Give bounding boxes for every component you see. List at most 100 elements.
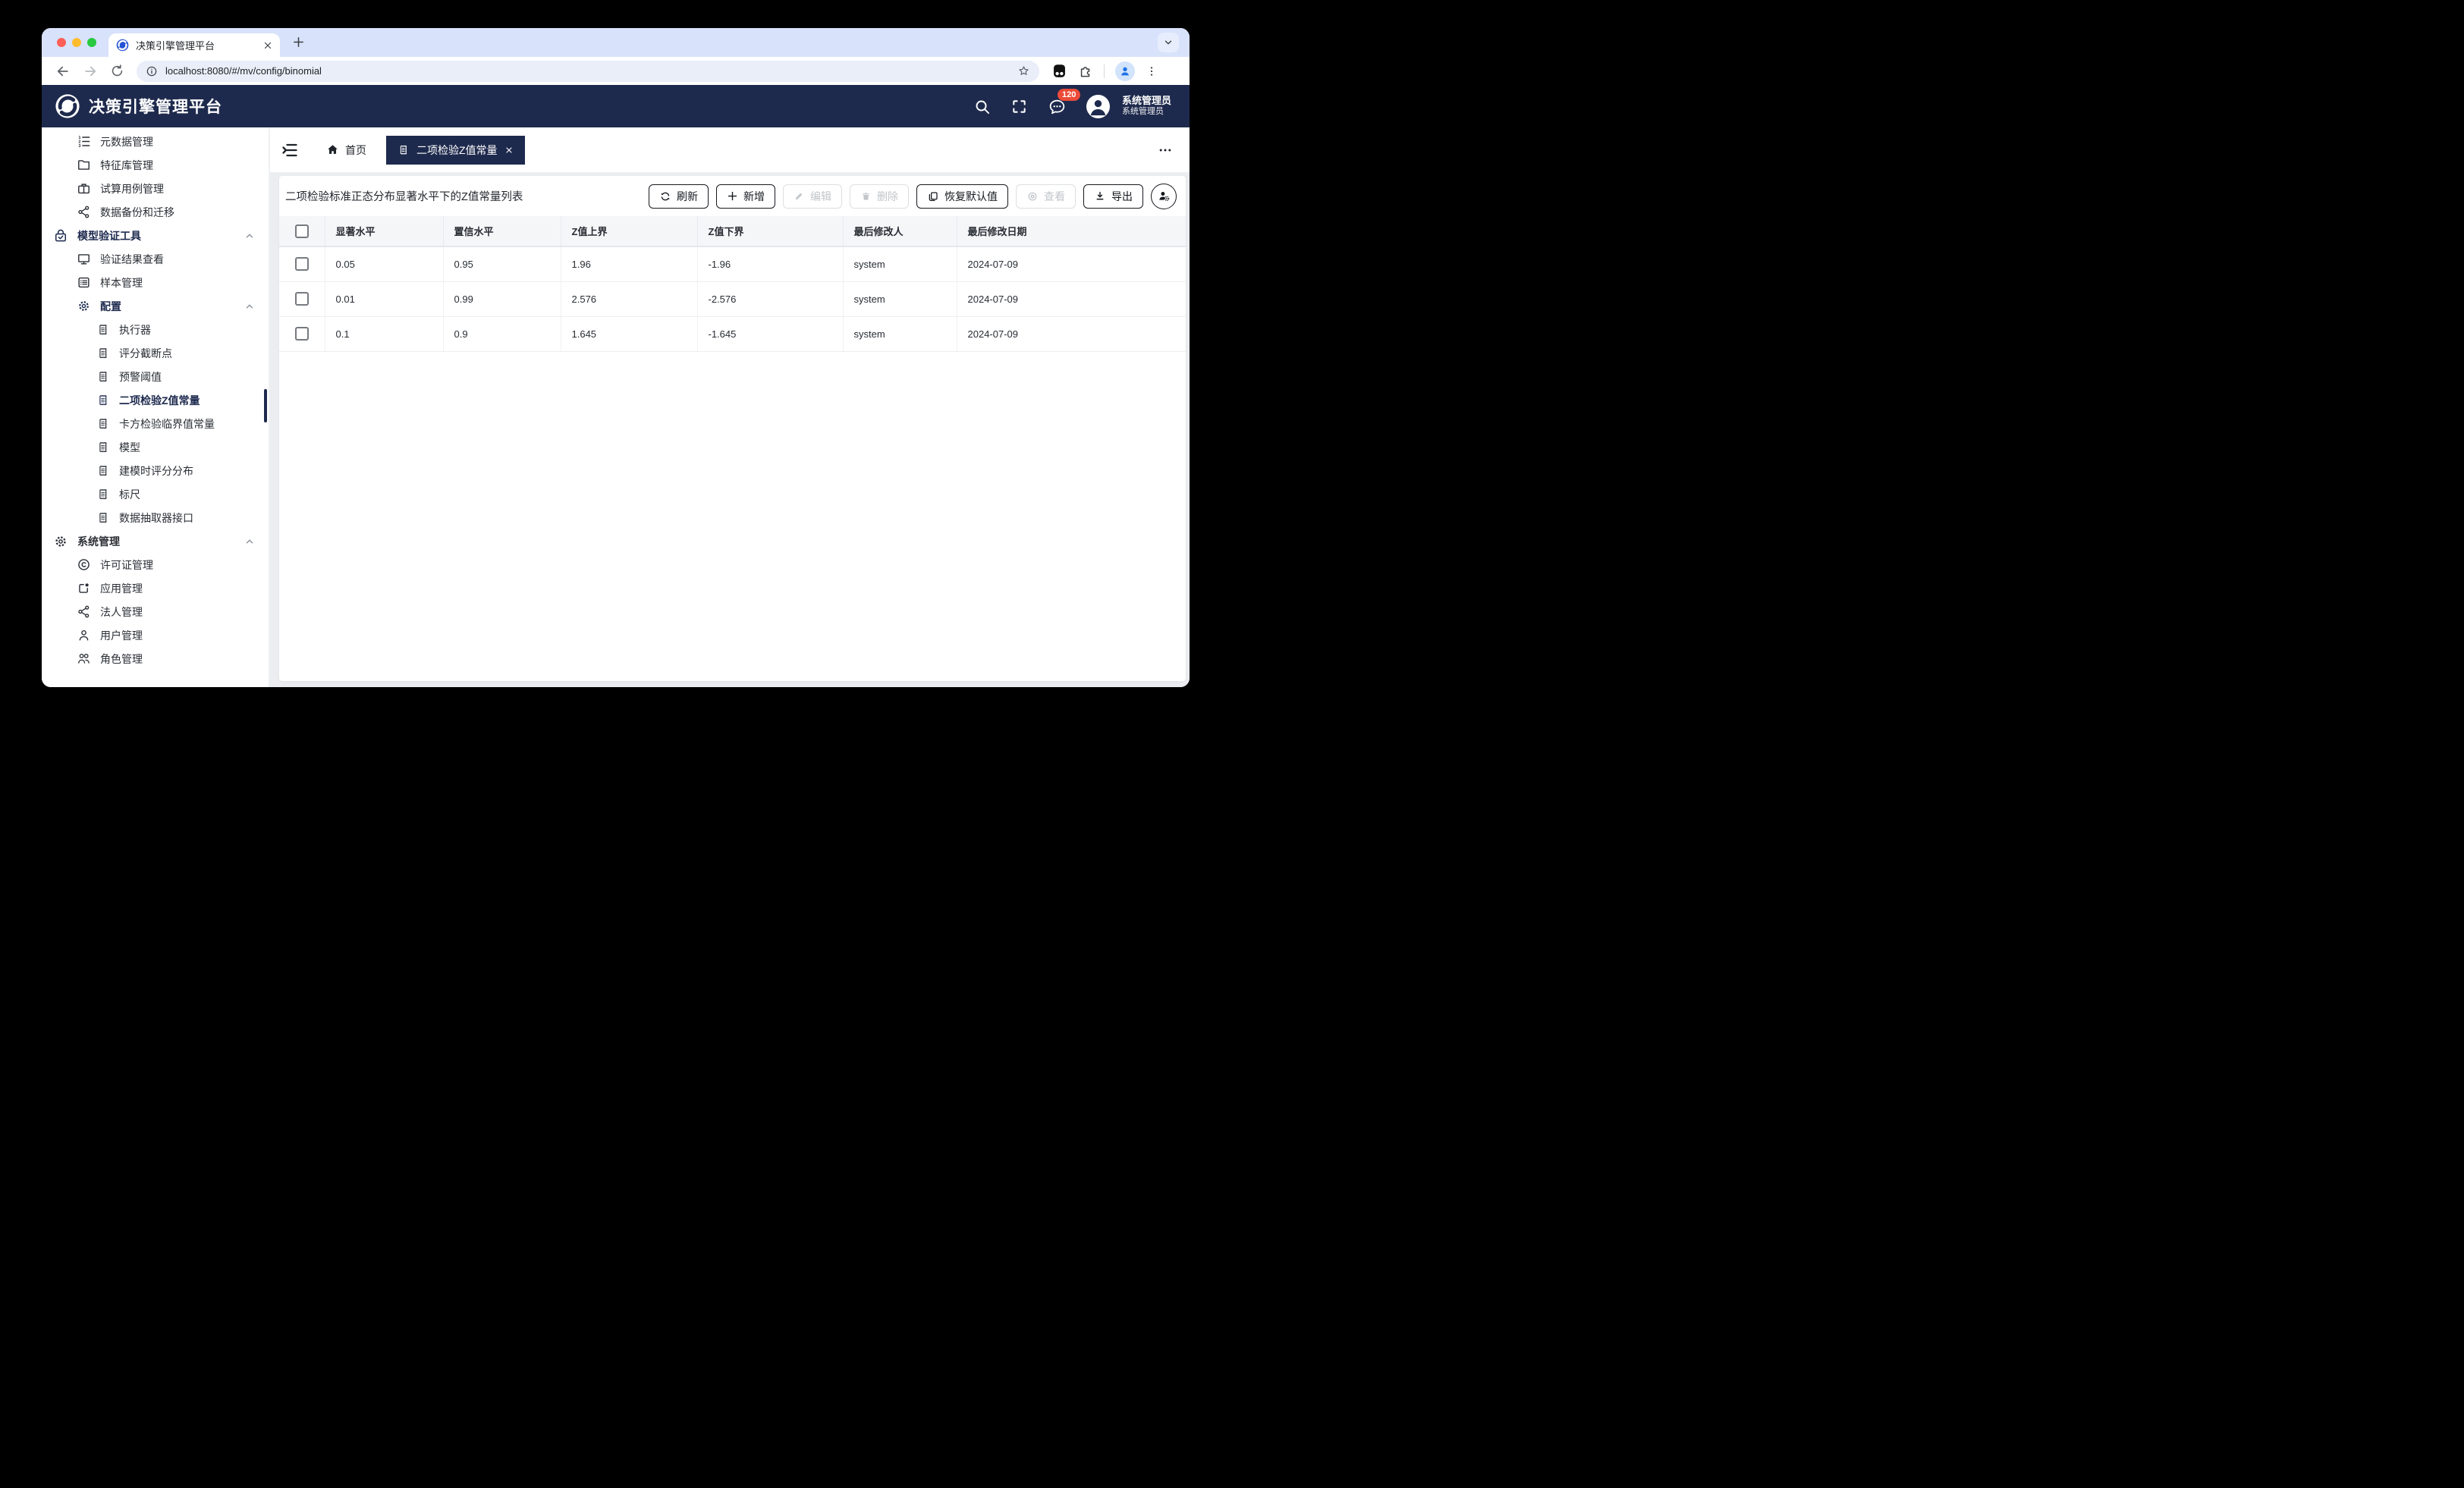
user-name: 系统管理员 <box>1122 95 1171 107</box>
table-row[interactable]: 0.05 0.95 1.96 -1.96 system 2024-07-09 <box>279 246 1186 281</box>
row-checkbox[interactable] <box>295 327 309 341</box>
sidebar-section-model-validation-tools[interactable]: 模型验证工具 <box>42 224 269 247</box>
tab-home[interactable]: 首页 <box>326 143 366 158</box>
sidebar-item-warning-threshold[interactable]: 预警阈值 <box>42 365 269 388</box>
sidebar-item-role-management[interactable]: 角色管理 <box>42 647 269 670</box>
main-content: 首页 二项检验Z值常量 <box>270 127 1190 687</box>
extensions-puzzle-icon[interactable] <box>1078 64 1093 79</box>
address-bar[interactable]: localhost:8080/#/mv/config/binomial <box>137 61 1039 82</box>
sidebar-item-sample-management[interactable]: 样本管理 <box>42 271 269 294</box>
bookmark-star-icon[interactable] <box>1017 64 1030 77</box>
refresh-button[interactable]: 刷新 <box>649 184 709 209</box>
user-avatar[interactable] <box>1086 95 1110 118</box>
browser-window: 决策引擎管理平台 <box>42 28 1190 687</box>
sidebar-active-indicator <box>264 389 267 422</box>
sidebar-item-label: 执行器 <box>119 322 151 337</box>
list-toolbar: 二项检验标准正态分布显著水平下的Z值常量列表 刷新 <box>279 176 1186 216</box>
col-last-modified-by: 最后修改人 <box>843 216 957 246</box>
tab-binomial-z-constants[interactable]: 二项检验Z值常量 <box>386 136 525 165</box>
sidebar-item-legal-entity-management[interactable]: 法人管理 <box>42 600 269 623</box>
row-checkbox[interactable] <box>295 292 309 306</box>
sidebar-item-modeling-score-distribution[interactable]: 建模时评分分布 <box>42 459 269 482</box>
new-tab-button[interactable] <box>292 36 305 52</box>
person-icon <box>77 628 91 642</box>
add-button[interactable]: 新增 <box>716 184 775 209</box>
zoom-window-button[interactable] <box>87 38 96 47</box>
share-icon <box>77 205 91 219</box>
col-last-modified-date: 最后修改日期 <box>957 216 1186 246</box>
sidebar-item-trial-case-management[interactable]: 试算用例管理 <box>42 177 269 200</box>
notification-badge: 120 <box>1058 89 1080 101</box>
edit-button[interactable]: 编辑 <box>783 184 842 209</box>
messages-icon[interactable]: 120 <box>1048 97 1067 116</box>
reload-button[interactable] <box>110 64 124 78</box>
fullscreen-icon[interactable] <box>1010 98 1028 115</box>
sidebar-item-label: 应用管理 <box>100 581 143 596</box>
forward-button[interactable] <box>83 64 98 79</box>
receipt-icon <box>96 394 110 407</box>
sidebar-item-executor[interactable]: 执行器 <box>42 318 269 341</box>
site-info-icon[interactable] <box>146 65 158 77</box>
extension-app-icon[interactable] <box>1051 63 1067 79</box>
sidebar-item-ruler[interactable]: 标尺 <box>42 482 269 506</box>
sidebar-item-label: 模型 <box>119 440 140 455</box>
browser-tab[interactable]: 决策引擎管理平台 <box>108 33 280 57</box>
row-checkbox[interactable] <box>295 257 309 271</box>
sidebar-item-label: 特征库管理 <box>100 158 153 173</box>
sidebar-item-label: 标尺 <box>119 487 140 502</box>
delete-button[interactable]: 删除 <box>850 184 909 209</box>
sidebar-item-score-cutoff[interactable]: 评分截断点 <box>42 341 269 365</box>
table-header-row: 显著水平 置信水平 Z值上界 Z值下界 最后修改人 最后修改日期 <box>279 216 1186 246</box>
numbered-list-icon: 1 2 3 <box>77 134 91 149</box>
sidebar-item-user-management[interactable]: 用户管理 <box>42 623 269 647</box>
url-text[interactable]: localhost:8080/#/mv/config/binomial <box>165 65 1010 77</box>
receipt-icon <box>96 417 110 431</box>
view-button[interactable]: 查看 <box>1016 184 1076 209</box>
table-row[interactable]: 0.1 0.9 1.645 -1.645 system 2024-07-09 <box>279 316 1186 351</box>
minimize-window-button[interactable] <box>72 38 81 47</box>
close-window-button[interactable] <box>57 38 66 47</box>
tab-more-icon[interactable] <box>1158 143 1173 158</box>
tab-search-button[interactable] <box>1158 33 1179 52</box>
browser-menu-kebab-icon[interactable] <box>1146 65 1158 77</box>
user-settings-button[interactable] <box>1151 184 1177 209</box>
sidebar-item-data-backup-migration[interactable]: 数据备份和迁移 <box>42 200 269 224</box>
receipt-icon <box>96 347 110 360</box>
select-all-checkbox[interactable] <box>295 224 309 238</box>
sidebar-item-label: 角色管理 <box>100 651 143 667</box>
sidebar-item-license-management[interactable]: 许可证管理 <box>42 553 269 576</box>
sidebar-item-model[interactable]: 模型 <box>42 435 269 459</box>
table-cell: 0.05 <box>325 246 443 281</box>
app-logo-swirl-icon <box>55 93 80 119</box>
page-tab-bar: 首页 二项检验Z值常量 <box>270 127 1190 172</box>
sidebar-item-binomial-z-constants[interactable]: 二项检验Z值常量 <box>42 388 269 412</box>
sidebar-item-application-management[interactable]: 应用管理 <box>42 576 269 600</box>
collapse-sidebar-icon[interactable] <box>281 141 299 159</box>
user-info[interactable]: 系统管理员 系统管理员 <box>1122 95 1171 118</box>
sidebar-section-system-management[interactable]: 系统管理 <box>42 529 269 553</box>
table-row[interactable]: 0.01 0.99 2.576 -2.576 system 2024-07-09 <box>279 281 1186 316</box>
sidebar-item-chi-square-constants[interactable]: 卡方检验临界值常量 <box>42 412 269 435</box>
sidebar-section-config[interactable]: 配置 <box>42 294 269 318</box>
sidebar-item-data-extractor-interface[interactable]: 数据抽取器接口 <box>42 506 269 529</box>
download-icon <box>1094 190 1106 202</box>
window-controls <box>42 38 107 47</box>
receipt-icon <box>96 441 110 454</box>
restore-defaults-button[interactable]: 恢复默认值 <box>916 184 1008 209</box>
back-button[interactable] <box>55 64 71 79</box>
export-button[interactable]: 导出 <box>1083 184 1143 209</box>
table-cell: 0.01 <box>325 281 443 316</box>
sidebar-item-label: 法人管理 <box>100 604 143 620</box>
close-tab-icon[interactable] <box>504 146 514 155</box>
table-cell: 0.9 <box>443 316 561 351</box>
sidebar-item-metadata-management[interactable]: 1 2 3 元数据管理 <box>42 130 269 153</box>
sidebar-item-feature-library[interactable]: 特征库管理 <box>42 153 269 177</box>
sidebar-item-label: 许可证管理 <box>100 557 153 573</box>
folder-icon <box>77 158 91 172</box>
restore-defaults-label: 恢复默认值 <box>944 189 998 204</box>
sidebar-item-label: 二项检验Z值常量 <box>119 393 200 408</box>
close-tab-icon[interactable] <box>263 41 272 50</box>
browser-profile-avatar[interactable] <box>1115 61 1135 81</box>
search-icon[interactable] <box>973 98 991 115</box>
sidebar-item-validation-results[interactable]: 验证结果查看 <box>42 247 269 271</box>
